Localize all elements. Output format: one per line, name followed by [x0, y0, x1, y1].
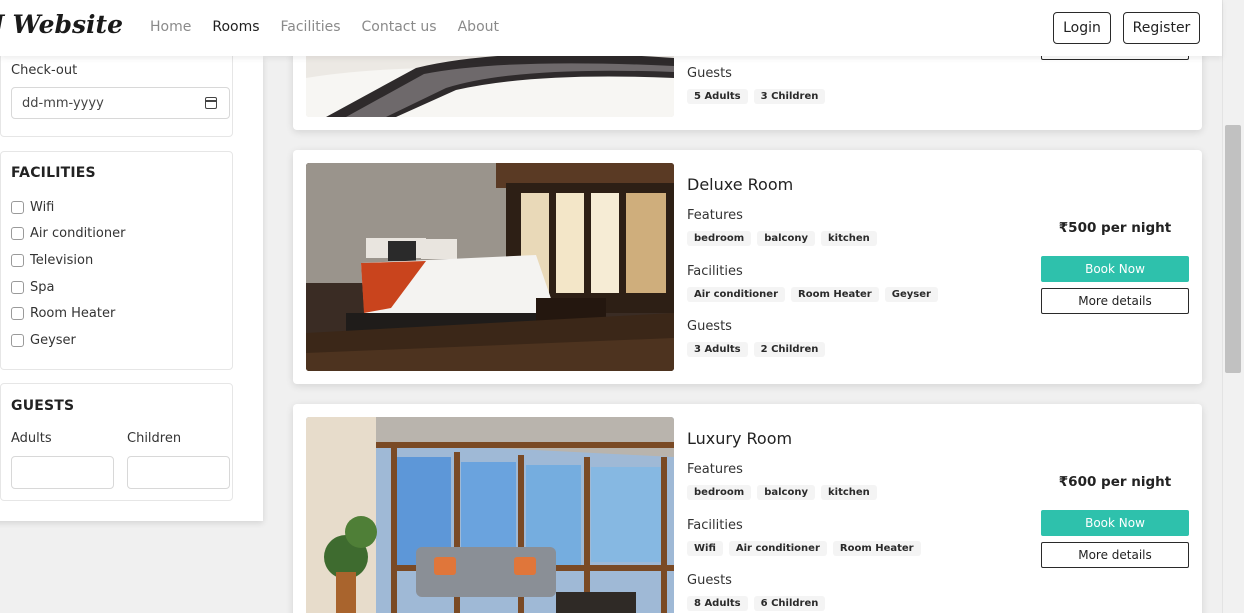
room-card: Luxury Room Features bedroom balcony kit…: [293, 404, 1202, 613]
air-conditioner-checkbox[interactable]: [11, 227, 24, 241]
facility-badge: Room Heater: [791, 287, 879, 302]
facilities-badges: Air conditioner Room Heater Geyser: [687, 287, 938, 302]
television-checkbox[interactable]: [11, 253, 24, 267]
facilities-checklist: Wifi Air conditioner Television Spa Room…: [11, 194, 125, 354]
nav-link-about[interactable]: About: [458, 19, 499, 35]
nav-links: Home Rooms Facilities Contact us About: [150, 19, 499, 35]
features-badges: bedroom balcony kitchen: [687, 485, 877, 500]
register-button[interactable]: Register: [1123, 12, 1200, 44]
geyser-checkbox[interactable]: [11, 333, 24, 347]
facility-option-spa[interactable]: Spa: [11, 274, 125, 301]
facility-option-air-conditioner[interactable]: Air conditioner: [11, 221, 125, 248]
login-button[interactable]: Login: [1053, 12, 1111, 44]
features-badges: bedroom balcony kitchen: [687, 231, 877, 246]
facility-badge: Geyser: [884, 287, 938, 302]
facility-option-label: Spa: [30, 279, 55, 295]
room-image: [306, 417, 674, 613]
guests-badges: 3 Adults 2 Children: [687, 342, 826, 357]
checkout-date-input[interactable]: dd-mm-yyyy: [11, 87, 230, 119]
feature-badge: kitchen: [820, 485, 877, 500]
nav-link-facilities[interactable]: Facilities: [281, 19, 341, 35]
facilities-filter: FACILITIES Wifi Air conditioner Televisi…: [0, 151, 233, 370]
features-label: Features: [687, 462, 743, 477]
facility-badge: Wifi: [687, 541, 723, 556]
feature-badge: bedroom: [687, 485, 752, 500]
facility-option-wifi[interactable]: Wifi: [11, 194, 125, 221]
guests-label: Guests: [687, 573, 732, 588]
more-details-button[interactable]: More details: [1041, 542, 1189, 568]
facilities-heading: FACILITIES: [11, 165, 96, 181]
guest-badge: 5 Adults: [687, 89, 748, 104]
room-price: ₹500 per night: [1058, 220, 1172, 236]
guests-label: Guests: [687, 319, 732, 334]
room-title: Deluxe Room: [687, 175, 794, 194]
children-label: Children: [127, 431, 182, 446]
feature-badge: bedroom: [687, 231, 752, 246]
facility-option-label: Room Heater: [30, 306, 116, 322]
feature-badge: balcony: [757, 485, 815, 500]
book-now-button[interactable]: Book Now: [1041, 510, 1189, 536]
facility-badge: Air conditioner: [687, 287, 785, 302]
book-now-button[interactable]: Book Now: [1041, 256, 1189, 282]
room-card: Deluxe Room Features bedroom balcony kit…: [293, 150, 1202, 384]
guests-badges: 8 Adults 6 Children: [687, 596, 826, 611]
nav-link-contact[interactable]: Contact us: [362, 19, 437, 35]
scrollbar-thumb[interactable]: [1225, 125, 1241, 373]
facility-option-label: Wifi: [30, 199, 55, 215]
guest-badge: 8 Adults: [687, 596, 748, 611]
facility-option-television[interactable]: Television: [11, 247, 125, 274]
wifi-checkbox[interactable]: [11, 200, 24, 214]
facilities-badges: Wifi Air conditioner Room Heater: [687, 541, 921, 556]
guest-badge: 3 Children: [753, 89, 826, 104]
room-heater-checkbox[interactable]: [11, 307, 24, 321]
room-title: Luxury Room: [687, 429, 793, 448]
facility-option-label: Air conditioner: [30, 226, 126, 242]
facilities-label: Facilities: [687, 518, 743, 533]
checkout-filter: Check-out dd-mm-yyyy: [0, 52, 233, 137]
room-price: ₹600 per night: [1058, 474, 1172, 490]
facility-option-geyser[interactable]: Geyser: [11, 327, 125, 354]
guest-badge: 3 Adults: [687, 342, 748, 357]
filter-sidebar: Check-out dd-mm-yyyy FACILITIES Wifi Air…: [0, 52, 263, 521]
checkout-label: Check-out: [11, 63, 78, 78]
navbar: J Website Home Rooms Facilities Contact …: [0, 0, 1222, 56]
facility-option-label: Television: [30, 252, 94, 268]
adults-label: Adults: [11, 431, 52, 446]
feature-badge: kitchen: [820, 231, 877, 246]
guests-heading: GUESTS: [11, 398, 75, 414]
deluxe-room-photo: [306, 163, 674, 371]
features-label: Features: [687, 208, 743, 223]
spa-checkbox[interactable]: [11, 280, 24, 294]
nav-link-home[interactable]: Home: [150, 19, 191, 35]
guest-badge: 2 Children: [753, 342, 826, 357]
guest-badge: 6 Children: [753, 596, 826, 611]
more-details-button[interactable]: More details: [1041, 288, 1189, 314]
children-input[interactable]: [127, 456, 230, 489]
facility-option-label: Geyser: [30, 332, 76, 348]
nav-link-rooms[interactable]: Rooms: [212, 19, 259, 35]
feature-badge: balcony: [757, 231, 815, 246]
facility-option-room-heater[interactable]: Room Heater: [11, 300, 125, 327]
calendar-icon[interactable]: [205, 97, 217, 109]
guests-filter: GUESTS Adults Children: [0, 383, 233, 501]
checkout-date-placeholder: dd-mm-yyyy: [22, 95, 104, 111]
facilities-label: Facilities: [687, 264, 743, 279]
room-image: [306, 163, 674, 371]
adults-input[interactable]: [11, 456, 114, 489]
facility-badge: Air conditioner: [728, 541, 827, 556]
page-scrollbar[interactable]: [1222, 0, 1244, 613]
brand-logo[interactable]: J Website: [0, 10, 123, 39]
guests-label: Guests: [687, 66, 732, 81]
luxury-room-photo: [306, 417, 674, 613]
facility-badge: Room Heater: [832, 541, 921, 556]
guests-badges: 5 Adults 3 Children: [687, 89, 826, 104]
